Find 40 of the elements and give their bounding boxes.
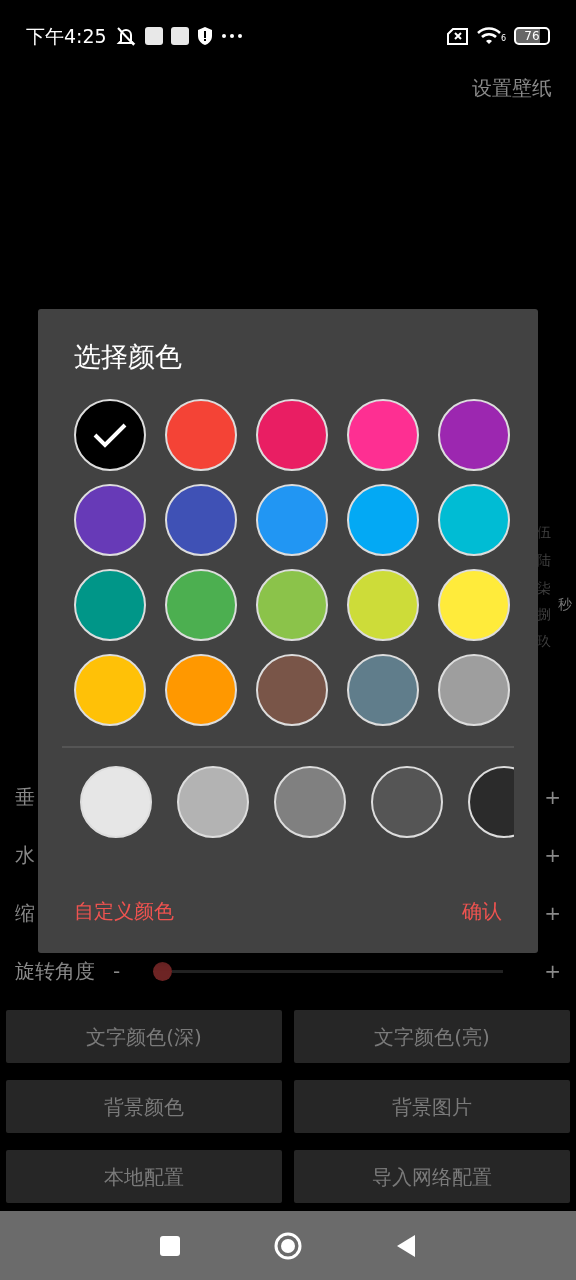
wifi-number: 6: [500, 33, 506, 45]
slider-label: 旋转角度: [15, 959, 95, 983]
battery-level: 76: [514, 27, 550, 45]
set-wallpaper-link[interactable]: 设置壁纸: [472, 73, 552, 103]
app-icon: [144, 27, 163, 45]
clock-text: 捌: [537, 605, 551, 624]
slider-label: 垂: [15, 785, 35, 809]
slider-thumb[interactable]: [153, 961, 172, 981]
square-icon: [159, 1234, 181, 1257]
home-icon: [273, 1230, 303, 1261]
action-button[interactable]: 文字颜色(深): [6, 1010, 282, 1063]
shield-icon: [196, 26, 213, 46]
action-button[interactable]: 本地配置: [6, 1150, 282, 1203]
plus-button[interactable]: +: [544, 956, 561, 986]
app-icon: [170, 27, 189, 45]
action-button[interactable]: 背景图片: [294, 1080, 570, 1133]
confirm-button[interactable]: 确认: [462, 896, 502, 926]
clock-text: 伍: [537, 523, 551, 542]
action-button[interactable]: 导入网络配置: [294, 1150, 570, 1203]
dialog-title: 选择颜色: [74, 341, 182, 372]
action-button[interactable]: 文字颜色(亮): [294, 1010, 570, 1063]
plus-button[interactable]: +: [544, 840, 561, 870]
clock-text: 秒: [558, 595, 572, 614]
action-button[interactable]: 背景颜色: [6, 1080, 282, 1133]
plus-button[interactable]: +: [544, 898, 561, 928]
clock-text: 柒: [537, 579, 551, 598]
slider-label: 缩: [15, 901, 35, 925]
more-icon: [220, 33, 243, 39]
no-sim-icon: [446, 27, 469, 45]
muted-bell-icon: [114, 25, 137, 47]
wifi-icon: [476, 27, 501, 45]
slider-label: 水: [15, 843, 35, 867]
back-icon: [395, 1233, 417, 1258]
plus-button[interactable]: +: [544, 782, 561, 812]
clock-text: 陆: [537, 551, 551, 570]
check-icon: [92, 421, 128, 449]
clock-text: 玖: [537, 632, 551, 651]
minus-button[interactable]: -: [113, 956, 153, 986]
clock-time: 下午4:25: [26, 23, 107, 49]
custom-color-link[interactable]: 自定义颜色: [74, 896, 174, 926]
